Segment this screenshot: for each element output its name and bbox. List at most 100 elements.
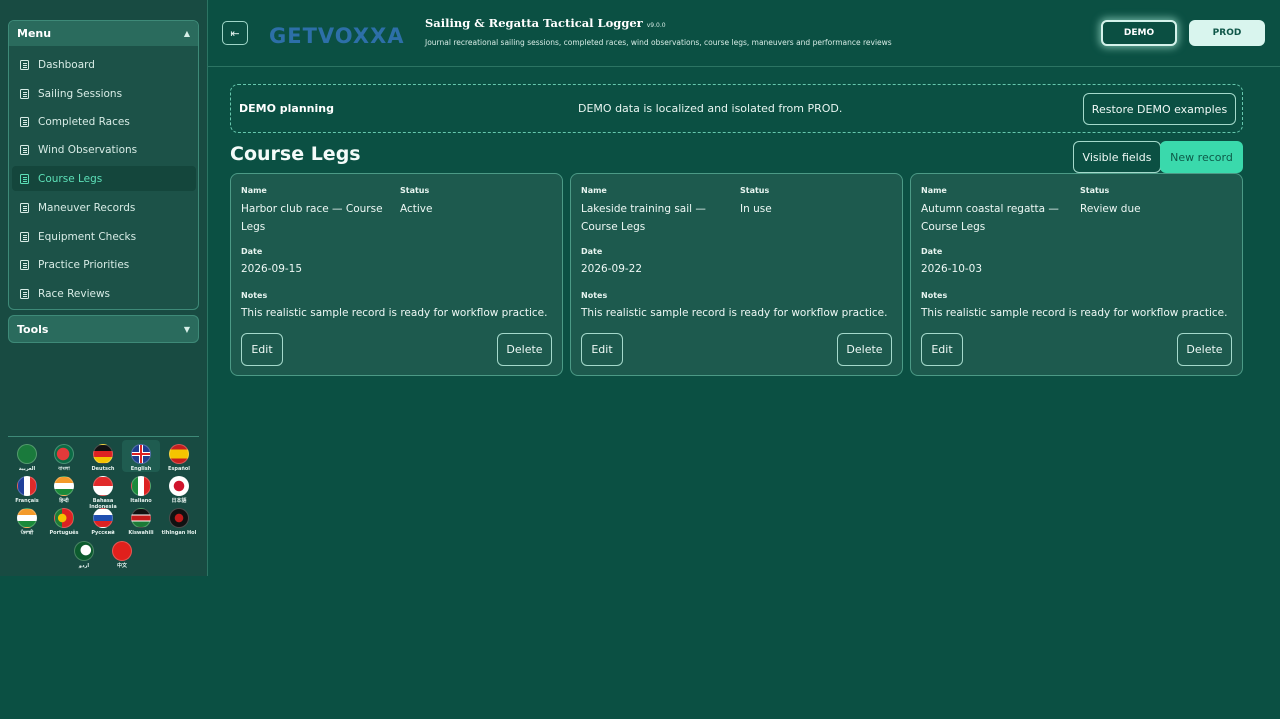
demo-button[interactable]: DEMO [1101,20,1177,46]
sidebar-item-label: Completed Races [38,115,130,128]
language-urdu[interactable]: اردو [65,541,103,569]
language-portugues[interactable]: Português [45,508,83,536]
delete-button[interactable]: Delete [1177,333,1232,366]
language-label: Italiano [130,498,152,504]
status-label: Status [400,186,430,195]
language-klingon[interactable]: tlhIngan Hol [160,508,198,536]
sidebar-item-equipment-checks[interactable]: Equipment Checks [12,224,196,249]
language-russian[interactable]: Русский [84,508,122,536]
pakistan-flag-icon [74,541,94,561]
name-label: Name [241,186,267,195]
kenya-flag-icon [131,508,151,528]
menu-title: Menu [17,27,52,40]
russia-flag-icon [93,508,113,528]
name-label: Name [921,186,947,195]
france-flag-icon [17,476,37,496]
record-card: Name Autumn coastal regatta — Course Leg… [910,173,1243,376]
visible-fields-button[interactable]: Visible fields [1073,141,1161,173]
date-label: Date [241,247,263,256]
sidebar-item-sailing-sessions[interactable]: Sailing Sessions [12,81,196,106]
menu-panel: Menu ▲ Dashboard Sailing Sessions Comple… [8,20,199,310]
language-label: Deutsch [91,466,115,472]
document-icon [20,88,29,99]
language-hindi[interactable]: हिन्दी [45,476,83,504]
edit-button[interactable]: Edit [921,333,963,366]
record-card: Name Lakeside training sail — Course Leg… [570,173,903,376]
language-label: tlhIngan Hol [161,530,197,536]
delete-button[interactable]: Delete [497,333,552,366]
sidebar-item-dashboard[interactable]: Dashboard [12,52,196,77]
menu-header[interactable]: Menu ▲ [9,21,198,46]
demo-banner: DEMO planning DEMO data is localized and… [230,84,1243,133]
app-version: v9.0.0 [646,22,666,29]
sidebar-item-label: Race Reviews [38,287,111,300]
edit-button[interactable]: Edit [581,333,623,366]
status-label: Status [740,186,770,195]
notes-label: Notes [581,291,608,300]
india-flag-icon [54,476,74,496]
brand-logo: GETVOXXA [269,24,405,48]
edit-button[interactable]: Edit [241,333,283,366]
language-chinese[interactable]: 中文 [103,541,141,569]
language-bangla[interactable]: বাংলা [45,444,83,472]
date-label: Date [581,247,603,256]
sidebar-item-label: Maneuver Records [38,201,136,214]
sidebar-item-course-legs[interactable]: Course Legs [12,166,196,191]
record-status: In use [740,203,772,215]
language-indonesia[interactable]: Bahasa Indonesia [84,476,122,510]
status-label: Status [1080,186,1110,195]
collapse-sidebar-icon: ⇤ [230,26,240,40]
record-name: Autumn coastal regatta — Course Legs [921,203,1059,233]
bangladesh-flag-icon [54,444,74,464]
app-title: Sailing & Regatta Tactical Logger v9.0.0 [425,16,666,30]
saudi-flag-icon [17,444,37,464]
language-english[interactable]: English [122,440,160,472]
language-label: हिन्दी [59,498,69,504]
date-label: Date [921,247,943,256]
delete-button[interactable]: Delete [837,333,892,366]
sidebar-item-maneuver-records[interactable]: Maneuver Records [12,195,196,220]
uk-flag-icon [131,444,151,464]
record-notes: This realistic sample record is ready fo… [921,307,1228,319]
language-francais[interactable]: Français [8,476,46,504]
record-card: Name Harbor club race — Course Legs Stat… [230,173,563,376]
language-label: ਪੰਜਾਬੀ [20,530,34,536]
language-kiswahili[interactable]: Kiswahili [122,508,160,536]
tools-panel[interactable]: Tools ▼ [8,315,199,343]
new-record-button[interactable]: New record [1160,141,1243,173]
language-label: 中文 [116,563,127,569]
app-subtitle: Journal recreational sailing sessions, c… [425,38,892,47]
language-espanol[interactable]: Español [160,444,198,472]
portugal-flag-icon [54,508,74,528]
record-name: Harbor club race — Course Legs [241,203,383,233]
top-bar: ⇤ GETVOXXA Sailing & Regatta Tactical Lo… [208,0,1280,67]
sidebar-item-race-reviews[interactable]: Race Reviews [12,281,196,306]
klingon-flag-icon [169,508,189,528]
notes-label: Notes [921,291,948,300]
germany-flag-icon [93,444,113,464]
sidebar-item-label: Dashboard [38,58,95,71]
sidebar: Menu ▲ Dashboard Sailing Sessions Comple… [0,0,208,576]
name-label: Name [581,186,607,195]
document-icon [20,231,29,242]
indonesia-flag-icon [93,476,113,496]
language-deutsch[interactable]: Deutsch [84,444,122,472]
spain-flag-icon [169,444,189,464]
sidebar-item-completed-races[interactable]: Completed Races [12,109,196,134]
language-italiano[interactable]: Italiano [122,476,160,504]
divider [8,436,199,437]
language-punjabi[interactable]: ਪੰਜਾਬੀ [8,508,46,536]
notes-label: Notes [241,291,268,300]
language-label: বাংলা [58,466,70,472]
collapse-sidebar-button[interactable]: ⇤ [222,21,248,45]
record-notes: This realistic sample record is ready fo… [581,307,888,319]
app-title-text: Sailing & Regatta Tactical Logger [425,16,643,30]
sidebar-item-label: Equipment Checks [38,230,137,243]
restore-demo-button[interactable]: Restore DEMO examples [1083,93,1236,125]
sidebar-item-label: Course Legs [38,172,103,185]
sidebar-item-wind-observations[interactable]: Wind Observations [12,137,196,162]
prod-button[interactable]: PROD [1189,20,1265,46]
language-japanese[interactable]: 日本語 [160,476,198,504]
language-arabic[interactable]: العربية [8,444,46,472]
sidebar-item-practice-priorities[interactable]: Practice Priorities [12,252,196,277]
